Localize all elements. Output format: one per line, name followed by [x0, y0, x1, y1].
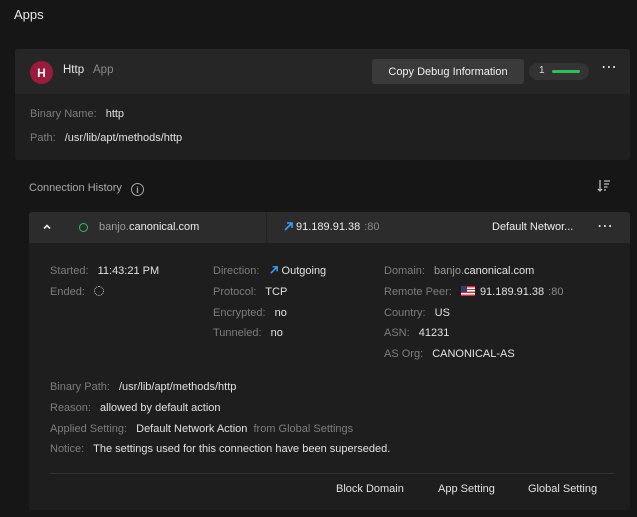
protocol-label: Protocol:	[213, 286, 257, 298]
connection-count-badge[interactable]: 1	[529, 63, 589, 80]
notice-value: The settings used for this connection ha…	[93, 443, 391, 455]
applied-setting-source: from Global Settings	[253, 423, 354, 435]
page-title: Apps	[14, 7, 44, 22]
asn-value: 41231	[418, 327, 450, 339]
outgoing-arrow-icon	[269, 266, 278, 274]
outgoing-arrow-icon	[284, 222, 293, 231]
reason-row: Reason: allowed by default action	[50, 402, 221, 414]
remote-peer-ip: 91.189.91.38	[479, 286, 545, 298]
domain-value-main: canonical.com	[464, 265, 535, 277]
domain-row: Domain: banjo.canonical.com	[384, 265, 534, 277]
binary-path-value: /usr/lib/apt/methods/http	[118, 381, 237, 393]
app-name: Http	[63, 64, 85, 76]
encrypted-value: no	[274, 307, 287, 319]
sort-descending-icon[interactable]	[597, 179, 611, 193]
notice-label: Notice:	[50, 443, 85, 455]
connection-domain: banjo.canonical.com	[99, 221, 199, 233]
app-card: H Http App Copy Debug Information 1 ⋯ Bi…	[15, 49, 630, 160]
connection-count: 1	[539, 65, 545, 76]
actions-divider	[50, 473, 614, 474]
connection-domain-sub: banjo.	[99, 221, 129, 233]
us-flag-icon	[460, 286, 475, 296]
path-row: Path: /usr/lib/apt/methods/http	[30, 132, 182, 144]
app-setting-button[interactable]: App Setting	[438, 483, 495, 495]
started-label: Started:	[50, 265, 89, 277]
as-org-label: AS Org:	[384, 348, 424, 360]
binary-path-row: Binary Path: /usr/lib/apt/methods/http	[50, 381, 236, 393]
connection-network-action: Default Networ...	[492, 221, 574, 233]
domain-label: Domain:	[384, 265, 425, 277]
binary-name-value: http	[105, 108, 125, 120]
connection-history-title: Connection History	[29, 182, 122, 194]
binary-name-row: Binary Name: http	[30, 108, 124, 120]
direction-value: Outgoing	[281, 265, 327, 277]
loading-spinner-icon	[93, 286, 104, 296]
tunneled-value: no	[270, 327, 283, 339]
copy-debug-info-button[interactable]: Copy Debug Information	[372, 59, 524, 84]
reason-label: Reason:	[50, 402, 91, 414]
remote-peer-label: Remote Peer:	[384, 286, 452, 298]
path-value: /usr/lib/apt/methods/http	[64, 132, 183, 144]
info-circle-icon[interactable]: i	[131, 183, 144, 196]
country-value: US	[434, 307, 450, 319]
remote-peer-row: Remote Peer: 91.189.91.38:80	[384, 286, 563, 298]
direction-label: Direction:	[213, 265, 260, 277]
connection-port: :80	[364, 221, 380, 233]
connection-more-menu-icon[interactable]: ⋯	[597, 219, 614, 235]
asn-label: ASN:	[384, 327, 410, 339]
connection-header[interactable]: banjo.canonical.com 91.189.91.38:80 Defa…	[29, 212, 630, 243]
connection-ip-address: 91.189.91.38	[296, 221, 361, 233]
notice-row: Notice: The settings used for this conne…	[50, 443, 390, 455]
connection-count-bar	[552, 70, 580, 73]
header-divider	[266, 212, 267, 243]
encrypted-label: Encrypted:	[213, 307, 266, 319]
connection-ip: 91.189.91.38:80	[296, 221, 380, 233]
applied-setting-value: Default Network Action	[136, 423, 248, 435]
ended-label: Ended:	[50, 286, 85, 298]
applied-setting-row: Applied Setting: Default Network Action …	[50, 423, 359, 435]
app-header: H Http App Copy Debug Information 1 ⋯	[15, 49, 630, 94]
tunneled-label: Tunneled:	[213, 327, 262, 339]
remote-peer-port: :80	[548, 286, 564, 298]
started-value: 11:43:21 PM	[97, 265, 160, 277]
encrypted-row: Encrypted: no	[213, 307, 287, 319]
app-avatar: H	[30, 61, 53, 84]
country-row: Country: US	[384, 307, 450, 319]
country-label: Country:	[384, 307, 426, 319]
protocol-row: Protocol: TCP	[213, 286, 287, 298]
direction-row: Direction: Outgoing	[213, 265, 326, 277]
applied-setting-label: Applied Setting:	[50, 423, 128, 435]
block-domain-button[interactable]: Block Domain	[336, 483, 404, 495]
domain-value: banjo.canonical.com	[434, 265, 534, 277]
chevron-up-icon[interactable]	[42, 222, 52, 232]
asn-row: ASN: 41231	[384, 327, 449, 339]
app-type-label: App	[93, 64, 114, 76]
started-row: Started: 11:43:21 PM	[50, 265, 159, 277]
reason-value: allowed by default action	[100, 402, 221, 414]
global-setting-button[interactable]: Global Setting	[528, 483, 597, 495]
as-org-value: CANONICAL-AS	[432, 348, 515, 360]
ended-row: Ended:	[50, 286, 104, 298]
tunneled-row: Tunneled: no	[213, 327, 283, 339]
binary-path-label: Binary Path:	[50, 381, 110, 393]
binary-name-label: Binary Name:	[30, 108, 97, 120]
path-label: Path:	[30, 132, 56, 144]
protocol-value: TCP	[265, 286, 288, 298]
as-org-row: AS Org: CANONICAL-AS	[384, 348, 515, 360]
app-more-menu-icon[interactable]: ⋯	[601, 60, 618, 76]
domain-value-sub: banjo.	[434, 265, 465, 277]
connection-card: banjo.canonical.com 91.189.91.38:80 Defa…	[29, 212, 630, 510]
connection-domain-main: canonical.com	[128, 221, 200, 233]
connection-status-icon	[79, 223, 88, 232]
